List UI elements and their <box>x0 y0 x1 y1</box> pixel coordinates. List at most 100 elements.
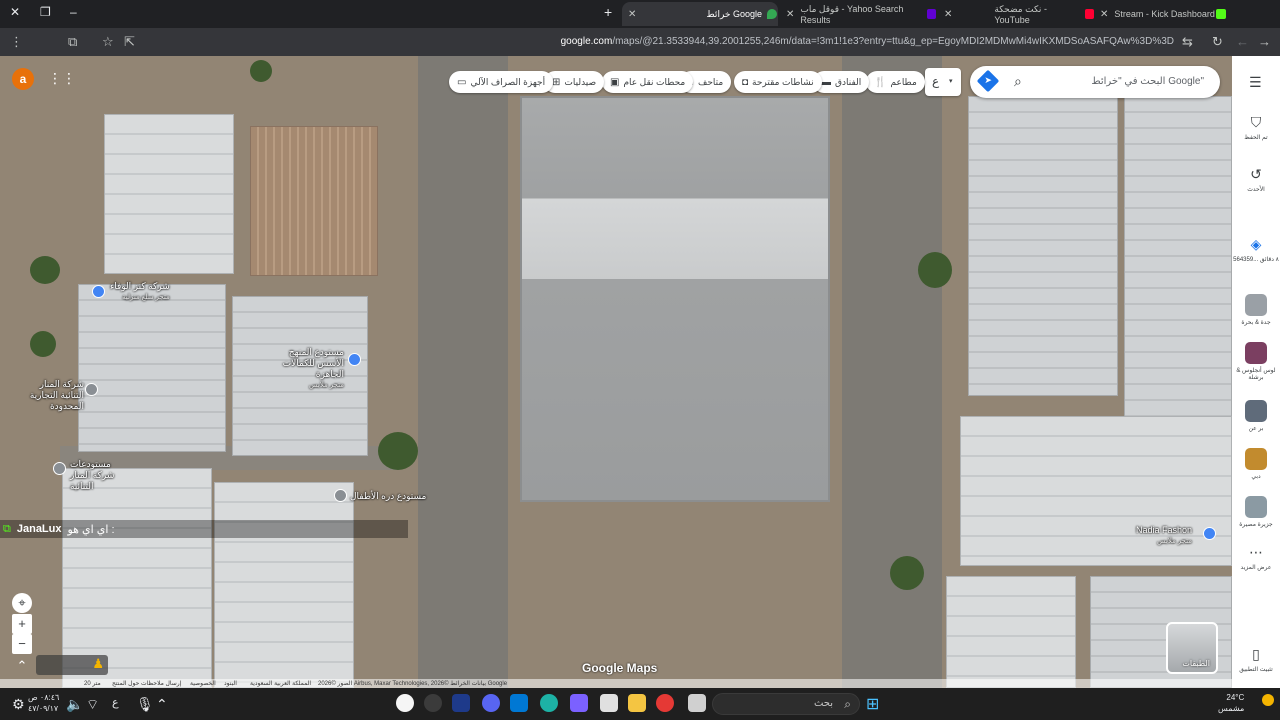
weather-widget[interactable]: 24°C مشمس <box>1218 692 1244 714</box>
place-label[interactable]: شركة المنار التنائية التجارية المحدودة <box>14 379 84 412</box>
tree <box>378 432 418 470</box>
rail-recent[interactable]: ↺ الأحدث <box>1232 166 1280 193</box>
store-app-icon[interactable] <box>510 694 528 712</box>
camera-icon: ◘ <box>742 76 749 88</box>
windows-start-icon[interactable]: ⊞ <box>866 694 879 714</box>
rail-install-app[interactable]: ▯ تثبيت التطبيق <box>1232 646 1280 673</box>
close-tab-icon[interactable]: ✕ <box>1100 9 1108 20</box>
hamburger-menu-icon[interactable]: ☰ <box>1249 74 1262 91</box>
minimize-window-icon[interactable]: – <box>70 5 77 19</box>
chip-things-to-do[interactable]: ◘ نشاطات مقترحة <box>734 71 822 93</box>
tab-yahoo[interactable]: ✕ قوقل ماب - Yahoo Search Results <box>786 2 936 26</box>
new-tab-button[interactable]: + <box>604 4 612 20</box>
chip-pharmacies[interactable]: ⊞ صيدليات <box>544 71 605 93</box>
rail-recent-route[interactable]: ◈ 564359... ٨ دقائق <box>1232 236 1280 263</box>
place-label[interactable]: شركة كنز الوفاء متجر سلع منزلية <box>110 281 170 303</box>
chat-badge-icon: ⧉ <box>3 522 11 535</box>
defender-app-icon[interactable] <box>452 694 470 712</box>
taskview-icon[interactable] <box>688 694 706 712</box>
rail-recent-place[interactable]: دبي <box>1232 448 1280 480</box>
file-explorer-icon[interactable] <box>628 694 646 712</box>
zoom-out-button[interactable]: − <box>12 634 32 654</box>
app-icon[interactable] <box>600 694 618 712</box>
search-box[interactable]: البحث في "خرائط Google" ⌕ ➤ <box>970 66 1220 98</box>
back-icon[interactable]: → <box>1258 34 1271 49</box>
directions-icon: ➤ <box>984 74 992 85</box>
apps-grid-icon[interactable]: ⋮⋮ <box>48 70 76 87</box>
bookmark-star-icon[interactable]: ☆ <box>102 34 114 50</box>
tab-google-maps[interactable]: ✕ خرائط Google <box>622 2 778 26</box>
scale-label[interactable]: 20 متر <box>84 680 101 687</box>
street-view-thumbnails[interactable]: ♟ <box>36 655 108 675</box>
close-tab-icon[interactable]: ✕ <box>786 9 794 20</box>
wifi-icon[interactable]: ⌔ <box>86 696 99 714</box>
rail-saved[interactable]: ⛉ تم الحفظ <box>1232 114 1280 141</box>
extensions-icon[interactable]: ⧉ <box>68 34 77 50</box>
tray-chevron-icon[interactable]: ⌃ <box>156 696 168 713</box>
share-icon[interactable]: ⇱ <box>124 34 135 50</box>
edge-app-icon[interactable] <box>540 694 558 712</box>
more-icon: ⋯ <box>1249 544 1263 560</box>
restore-window-icon[interactable]: ❐ <box>40 5 51 19</box>
settings-gear-icon[interactable]: ⚙ <box>12 696 25 713</box>
place-pin-icon[interactable] <box>92 285 105 298</box>
system-clock[interactable]: ٠٨:٤٦ ص ٤٧/٠٩/١٧ <box>28 692 59 714</box>
place-label[interactable]: Nadia Fashon متجر ملابس <box>1136 525 1192 547</box>
place-label[interactable]: مستودع دره الأطفال <box>350 491 426 502</box>
tab-kick[interactable]: ✕ Stream - Kick Dashboard <box>1100 2 1232 26</box>
place-pin-icon[interactable] <box>1203 527 1216 540</box>
place-label[interactable]: مستودعات شركة المنار التنائية <box>70 459 134 492</box>
language-toggle[interactable]: ع ▾ <box>925 68 961 96</box>
pegman-icon[interactable]: ♟ <box>92 656 104 672</box>
rail-recent-place[interactable]: جزيرة مصيرة <box>1232 496 1280 528</box>
rail-more[interactable]: ⋯ عرض المزيد <box>1232 544 1280 571</box>
install-icon: ▯ <box>1252 646 1260 662</box>
chip-atms[interactable]: ▭ أجهزة الصراف الآلي <box>449 71 554 93</box>
tab-youtube[interactable]: ✕ نكت مضحكة - YouTube <box>944 2 1094 26</box>
xbox-app-icon[interactable] <box>396 694 414 712</box>
taskbar-search[interactable]: بحث ⌕ <box>712 693 860 715</box>
directions-icon: ◈ <box>1250 236 1262 252</box>
expand-icon[interactable]: ⌃ <box>12 656 32 676</box>
close-window-icon[interactable]: ✕ <box>10 5 20 19</box>
place-thumbnail <box>1245 496 1267 518</box>
place-pin-icon[interactable] <box>334 489 347 502</box>
menu-dots-icon[interactable]: ⋮ <box>10 34 23 50</box>
layers-toggle[interactable]: الطبقات <box>1166 622 1218 674</box>
search-icon[interactable]: ⌕ <box>1014 73 1022 90</box>
close-tab-icon[interactable]: ✕ <box>628 9 636 20</box>
user-avatar[interactable]: a <box>12 68 34 90</box>
rail-recent-place[interactable]: لوس أنجلوس & برشلة <box>1232 342 1280 381</box>
address-bar[interactable]: google.com/maps/@21.3533944,39.2001255,2… <box>561 36 1174 47</box>
volume-icon[interactable]: 🔈 <box>66 696 83 713</box>
yahoo-favicon-icon <box>927 9 936 19</box>
forward-icon[interactable]: ← <box>1236 34 1249 49</box>
directions-button[interactable]: ➤ <box>976 69 1000 93</box>
search-input[interactable]: البحث في "خرائط Google" <box>1091 76 1204 87</box>
discord-app-icon[interactable] <box>482 694 500 712</box>
rail-recent-place[interactable]: جدة & بحرة <box>1232 294 1280 326</box>
input-language[interactable]: ع <box>112 696 119 709</box>
chip-transit[interactable]: ▣ محطات نقل عام <box>602 71 694 93</box>
rail-recent-place[interactable]: بر عن <box>1232 400 1280 432</box>
chrome-app-icon[interactable] <box>656 694 674 712</box>
warehouse-roof <box>1124 96 1232 426</box>
place-label[interactable]: مستودع المنهج الأسس للكمالات الجاهزة متجر… <box>262 347 344 391</box>
place-thumbnail <box>1245 400 1267 422</box>
microphone-icon[interactable]: 🎙 <box>136 696 154 713</box>
reload-icon[interactable]: ↻ <box>1212 34 1223 50</box>
place-pin-icon[interactable] <box>348 353 361 366</box>
maps-side-rail: ☰ ⛉ تم الحفظ ↺ الأحدث ◈ 564359... ٨ دقائق ج… <box>1232 56 1280 688</box>
steam-app-icon[interactable] <box>424 694 442 712</box>
place-pin-icon[interactable] <box>85 383 98 396</box>
close-tab-icon[interactable]: ✕ <box>944 9 952 20</box>
copilot-app-icon[interactable] <box>570 694 588 712</box>
my-location-button[interactable]: ⌖ <box>12 593 32 613</box>
place-pin-icon[interactable] <box>53 462 66 475</box>
tree <box>30 256 60 284</box>
zoom-in-button[interactable]: + <box>12 614 32 634</box>
site-settings-icon[interactable]: ⇆ <box>1182 34 1193 50</box>
satellite-map[interactable]: Google Maps <box>0 56 1232 688</box>
chip-restaurants[interactable]: 🍴 مطاعم <box>866 71 925 93</box>
youtube-favicon-icon <box>1084 9 1094 19</box>
